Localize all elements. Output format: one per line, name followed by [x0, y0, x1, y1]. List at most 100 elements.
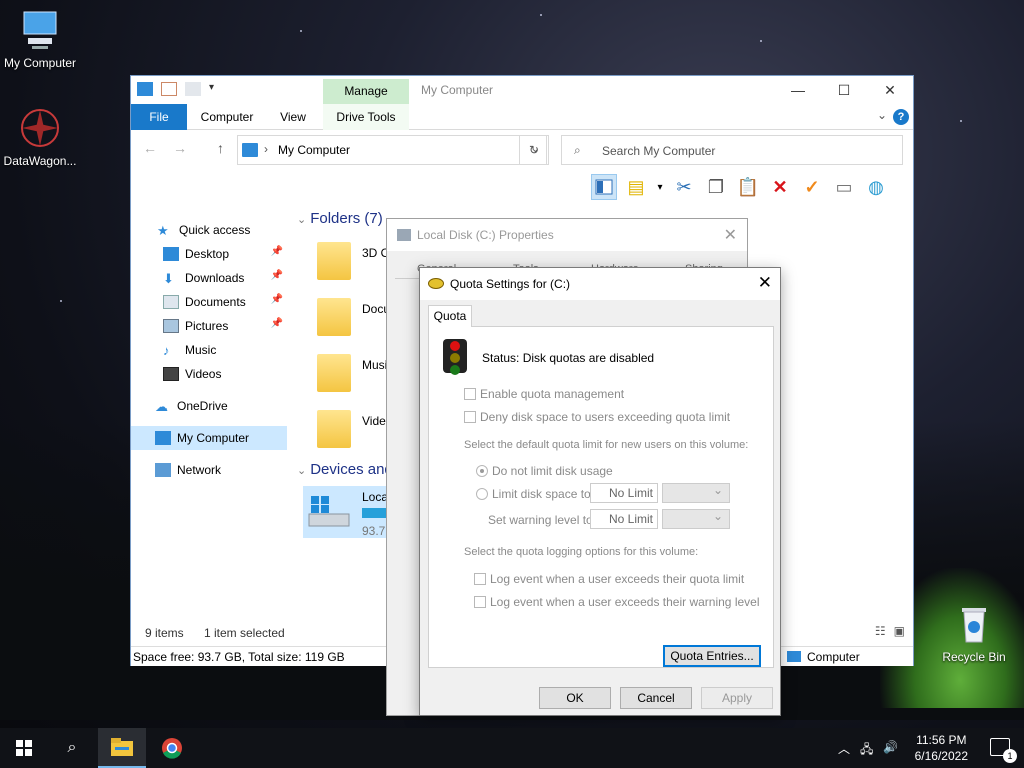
- enable-quota-checkbox[interactable]: [464, 388, 476, 400]
- properties-icon[interactable]: [161, 82, 177, 96]
- start-windows-icon[interactable]: [0, 728, 48, 768]
- warning-value-field[interactable]: No Limit: [590, 509, 658, 529]
- computer-icon: [18, 8, 62, 52]
- pin-icon[interactable]: 📌: [271, 246, 283, 257]
- chevron-right-icon[interactable]: ›: [264, 142, 268, 156]
- clock-time: 11:56 PM: [916, 733, 967, 747]
- limit-value-field[interactable]: No Limit: [590, 483, 658, 503]
- desktop-icon-my-computer[interactable]: My Computer: [0, 8, 80, 70]
- properties-title: Local Disk (C:) Properties: [417, 228, 554, 242]
- close-icon[interactable]: ✕: [758, 273, 772, 293]
- limit-unit-select[interactable]: [662, 483, 730, 503]
- notification-count-badge: 1: [1003, 749, 1017, 763]
- maximize-button[interactable]: ☐: [821, 76, 867, 104]
- close-icon[interactable]: ✕: [724, 225, 737, 245]
- log-limit-checkbox[interactable]: [474, 573, 486, 585]
- notification-center-icon[interactable]: 1: [990, 738, 1017, 763]
- folder-label[interactable]: Vide: [362, 414, 386, 428]
- folder-documents-icon[interactable]: [317, 298, 351, 336]
- desktop-icon-datawagon[interactable]: DataWagon...: [0, 106, 80, 168]
- search-icon[interactable]: ⌕: [48, 728, 96, 768]
- note-icon[interactable]: ▤: [623, 174, 649, 200]
- folder-videos-icon[interactable]: [317, 410, 351, 448]
- tab-file[interactable]: File: [131, 104, 187, 130]
- new-folder-icon[interactable]: [185, 82, 201, 96]
- taskbar: ⌕ ︿ 🖧 🔊 11:56 PM 6/16/2022 1: [0, 728, 1024, 768]
- nav-onedrive[interactable]: ☁ OneDrive: [131, 394, 287, 418]
- limit-disk-radio[interactable]: [476, 488, 488, 500]
- cut-icon[interactable]: ✂: [671, 174, 697, 200]
- limit-disk-label: Limit disk space to: [492, 487, 591, 501]
- nav-desktop[interactable]: Desktop 📌: [131, 242, 287, 266]
- minimize-button[interactable]: —: [775, 76, 821, 104]
- globe-icon[interactable]: ◍: [863, 174, 889, 200]
- refresh-button[interactable]: ↻: [519, 135, 549, 165]
- nav-documents[interactable]: Documents 📌: [131, 290, 287, 314]
- tab-drive-tools[interactable]: Drive Tools: [323, 104, 409, 130]
- chrome-icon[interactable]: [148, 728, 196, 768]
- large-icons-view-icon[interactable]: ▣: [894, 624, 905, 638]
- disk-icon: [428, 278, 444, 289]
- log-warning-checkbox[interactable]: [474, 596, 486, 608]
- quota-settings-dialog: Quota Settings for (C:) ✕ Quota Status: …: [419, 267, 781, 716]
- chevron-down-icon: ⌄: [297, 214, 307, 226]
- ok-button[interactable]: OK: [539, 687, 611, 709]
- expand-ribbon-icon[interactable]: ⌄: [877, 108, 887, 122]
- tab-view[interactable]: View: [271, 104, 315, 130]
- checkmark-icon[interactable]: ✓: [799, 174, 825, 200]
- manage-contextual-tab[interactable]: Manage: [323, 79, 409, 104]
- search-icon: ⌕: [574, 143, 581, 157]
- chevron-up-icon[interactable]: ︿: [838, 740, 850, 761]
- details-view-icon[interactable]: ☷: [875, 624, 886, 638]
- address-bar[interactable]: › My Computer ⌄: [237, 135, 547, 165]
- search-box[interactable]: ⌕ Search My Computer: [561, 135, 903, 165]
- star-icon: ★: [157, 223, 169, 238]
- rename-icon[interactable]: ▭: [831, 174, 857, 200]
- desktop-icon-recycle-bin[interactable]: Recycle Bin: [934, 602, 1014, 664]
- nav-videos[interactable]: Videos: [131, 362, 287, 386]
- network-icon[interactable]: 🖧: [860, 740, 873, 761]
- delete-icon[interactable]: ✕: [767, 174, 793, 200]
- pin-icon[interactable]: 📌: [271, 294, 283, 305]
- apply-button[interactable]: Apply: [701, 687, 773, 709]
- help-icon[interactable]: ?: [893, 109, 909, 125]
- hard-drive-icon: [307, 494, 351, 530]
- close-button[interactable]: ✕: [867, 76, 913, 104]
- forward-arrow-icon[interactable]: →: [173, 140, 187, 156]
- no-limit-label: Do not limit disk usage: [492, 464, 613, 478]
- nav-quick-access[interactable]: ★ Quick access: [131, 218, 287, 242]
- copy-icon[interactable]: ❐: [703, 174, 729, 200]
- quota-entries-button[interactable]: Quota Entries...: [663, 645, 761, 667]
- up-arrow-icon[interactable]: ↑: [217, 140, 224, 156]
- preview-pane-icon[interactable]: [591, 174, 617, 200]
- nav-my-computer[interactable]: My Computer: [131, 426, 287, 450]
- nav-music[interactable]: ♪ Music: [131, 338, 287, 362]
- nav-network[interactable]: Network: [131, 458, 287, 482]
- folder-label[interactable]: Musi: [362, 358, 387, 372]
- nav-pictures[interactable]: Pictures 📌: [131, 314, 287, 338]
- file-explorer-taskbar-icon[interactable]: [98, 728, 146, 768]
- tab-computer[interactable]: Computer: [193, 104, 261, 130]
- computer-icon: [242, 143, 258, 157]
- pin-icon[interactable]: 📌: [271, 318, 283, 329]
- warning-level-label: Set warning level to: [488, 513, 593, 527]
- nav-label: Downloads: [185, 271, 245, 285]
- warning-unit-select[interactable]: [662, 509, 730, 529]
- customize-qat-icon[interactable]: ▾: [209, 82, 217, 96]
- tab-quota[interactable]: Quota: [428, 305, 472, 327]
- pin-icon[interactable]: 📌: [271, 270, 283, 281]
- paste-icon[interactable]: 📋: [735, 174, 761, 200]
- nav-downloads[interactable]: ⬇ Downloads 📌: [131, 266, 287, 290]
- folders-group-header[interactable]: ⌄ Folders (7): [297, 210, 383, 227]
- volume-icon[interactable]: 🔊: [883, 740, 898, 761]
- back-arrow-icon[interactable]: ←: [143, 140, 157, 156]
- space-free-text: Space free: 93.7 GB, Total size: 119 GB: [133, 650, 345, 664]
- clock[interactable]: 11:56 PM 6/16/2022: [915, 732, 968, 764]
- cancel-button[interactable]: Cancel: [620, 687, 692, 709]
- dropdown-icon[interactable]: ▾: [655, 174, 665, 200]
- devices-group-header[interactable]: ⌄ Devices and: [297, 461, 393, 478]
- folder-music-icon[interactable]: [317, 354, 351, 392]
- no-limit-radio[interactable]: [476, 465, 488, 477]
- deny-space-checkbox[interactable]: [464, 411, 476, 423]
- folder-3d-objects-icon[interactable]: [317, 242, 351, 280]
